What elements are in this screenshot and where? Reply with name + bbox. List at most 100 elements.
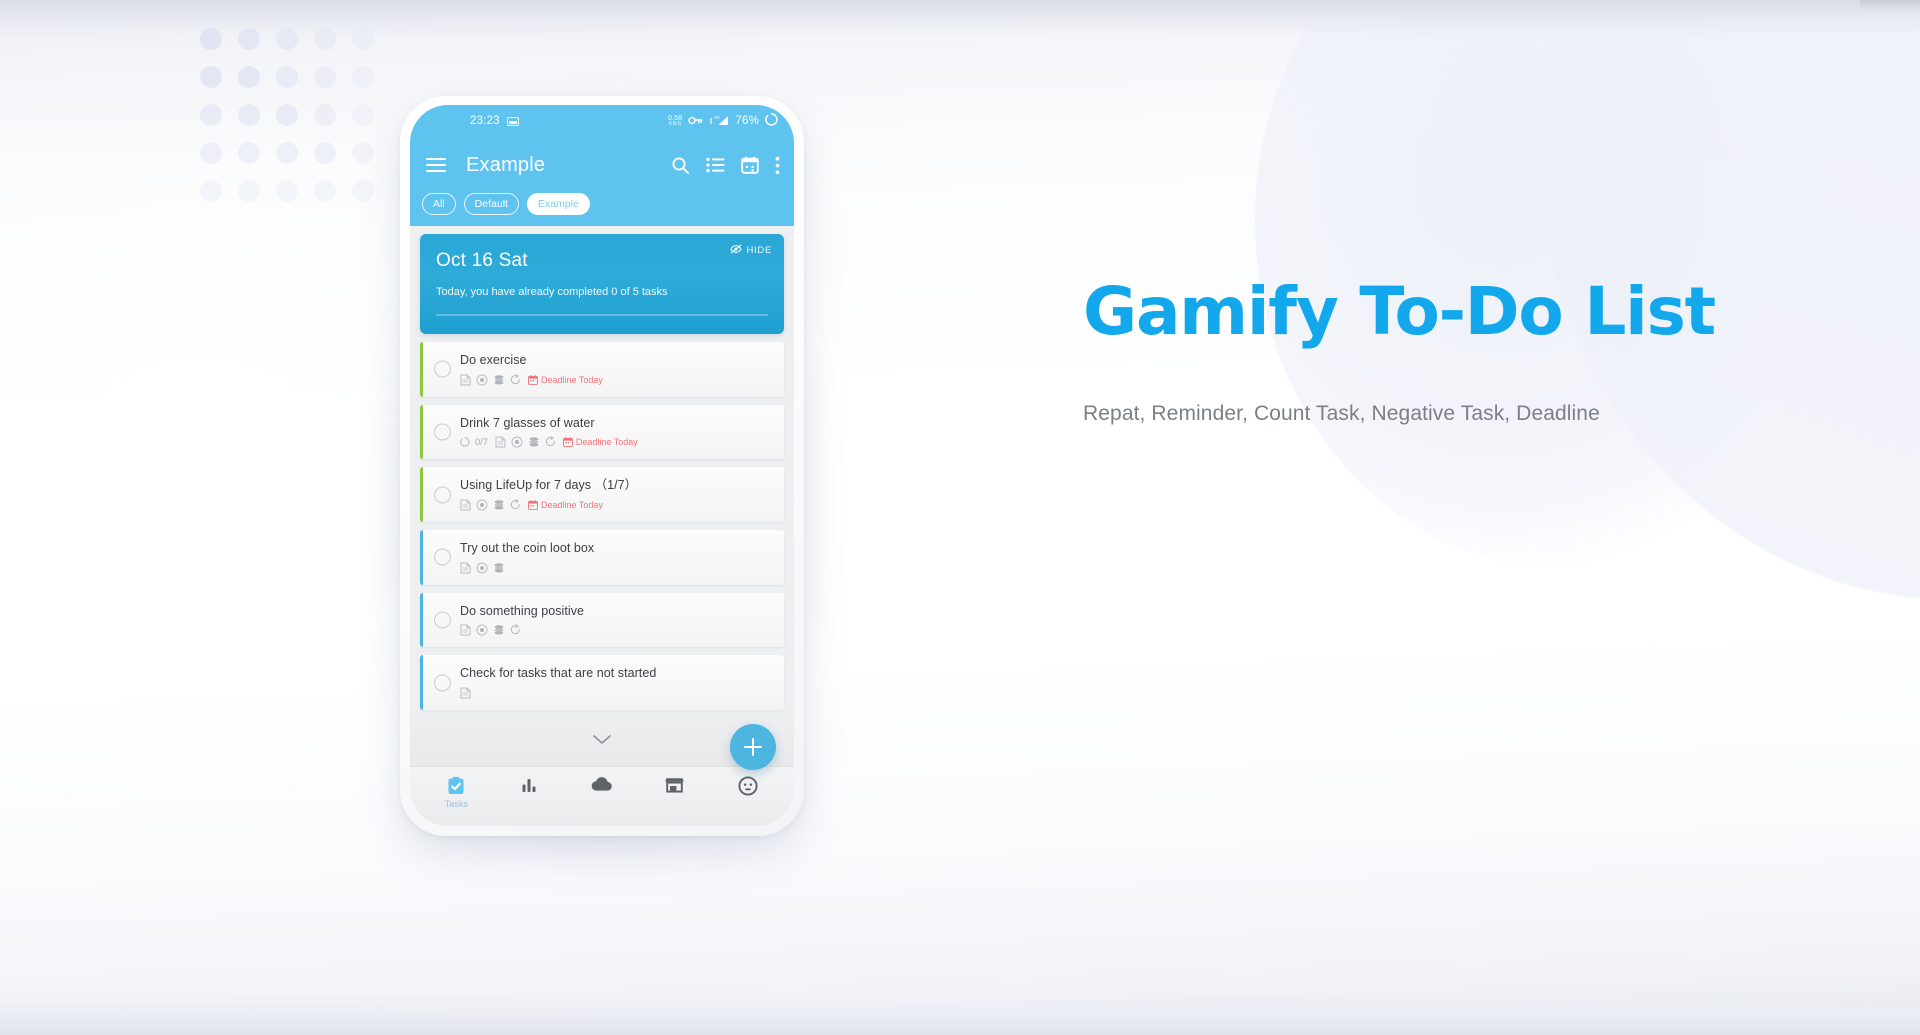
target-icon <box>476 374 488 386</box>
deadline-calendar-icon <box>528 374 538 385</box>
summary-text: Today, you have already completed 0 of 5… <box>436 286 668 299</box>
task-deadline-label: Deadline Today <box>575 437 638 448</box>
hide-summary-button[interactable]: HIDE <box>729 244 773 257</box>
shop-icon <box>665 776 684 793</box>
nav-item-tasks[interactable]: Tasks <box>420 776 493 809</box>
nav-item-cloud[interactable] <box>566 776 639 792</box>
summary-date: Oct 16 Sat <box>436 250 528 272</box>
app-bar-actions <box>671 156 780 175</box>
coins-icon <box>493 624 505 636</box>
task-deadline: Deadline Today <box>563 437 638 447</box>
filter-chip-all[interactable]: All <box>422 193 456 216</box>
hamburger-menu-icon[interactable] <box>426 158 446 172</box>
decorative-dot <box>238 180 260 202</box>
task-deadline: Deadline Today <box>528 375 603 385</box>
decorative-dot <box>314 66 336 88</box>
nav-item-label: Tasks <box>444 799 469 809</box>
task-accent-bar <box>420 592 423 648</box>
note-icon <box>460 562 471 574</box>
status-bar-right-cluster: 0.58 KB/S 4G 76% <box>668 113 778 129</box>
bar-chart-icon <box>520 776 538 794</box>
phone-body: 23:23 0.58 KB/S 4G 76% Example All Defau… <box>400 96 804 836</box>
coins-icon <box>528 436 540 448</box>
task-meta <box>460 687 772 699</box>
decorative-dot <box>314 28 336 50</box>
task-checkbox[interactable] <box>434 674 451 692</box>
task-title: Drink 7 glasses of water <box>460 415 595 430</box>
vpn-key-icon <box>688 114 703 128</box>
add-task-fab[interactable] <box>730 723 776 770</box>
decorative-dot <box>200 104 222 126</box>
decorative-dot <box>276 142 298 164</box>
clipboard-check-icon <box>446 776 466 796</box>
avatar-face-icon <box>738 776 758 796</box>
nav-item-shop[interactable] <box>638 776 711 793</box>
task-checkbox[interactable] <box>434 423 451 441</box>
repeat-icon <box>510 499 521 511</box>
target-icon <box>476 499 488 511</box>
task-title: Using LifeUp for 7 days （1/7） <box>460 478 638 493</box>
cloud-icon <box>591 776 613 792</box>
task-checkbox[interactable] <box>434 486 451 504</box>
corner-accent <box>1860 0 1920 10</box>
decorative-dot <box>314 142 336 164</box>
task-item[interactable]: Do something positive <box>420 592 784 648</box>
svg-text:4G: 4G <box>714 115 721 120</box>
network-speed-unit: KB/S <box>669 121 682 127</box>
phone-screen: 23:23 0.58 KB/S 4G 76% Example All Defau… <box>410 105 794 826</box>
repeat-icon <box>510 624 521 636</box>
task-meta <box>460 624 772 636</box>
decorative-dot <box>276 180 298 202</box>
hide-label: HIDE <box>746 245 772 257</box>
task-title: Try out the coin loot box <box>460 541 595 556</box>
task-item[interactable]: Drink 7 glasses of water 0/7 Deadline Toda… <box>420 404 784 460</box>
task-checkbox[interactable] <box>434 360 451 378</box>
search-icon[interactable] <box>671 156 690 175</box>
task-item[interactable]: Do exercise Deadline Today <box>420 342 784 397</box>
nav-item-avatar-face[interactable] <box>711 776 784 796</box>
decorative-dot <box>238 66 260 88</box>
deadline-calendar-icon <box>528 500 538 510</box>
battery-circle-icon <box>765 113 778 129</box>
plus-icon <box>744 737 762 756</box>
app-content: HIDE Oct 16 Sat Today, you have already … <box>410 226 794 826</box>
task-checkbox[interactable] <box>434 548 451 566</box>
marketing-copy: Gamify To-Do List Repat, Reminder, Count… <box>1083 272 1763 430</box>
filter-chip-default[interactable]: Default <box>463 193 519 216</box>
app-bar: Example <box>410 137 794 193</box>
task-deadline-label: Deadline Today <box>541 500 603 511</box>
bottom-navigation: Tasks <box>410 766 794 826</box>
list-view-icon[interactable] <box>706 157 725 173</box>
task-item[interactable]: Try out the coin loot box <box>420 530 784 585</box>
page-title: Gamify To-Do List <box>1083 273 1716 350</box>
calendar-icon[interactable] <box>741 156 759 174</box>
decorative-dot <box>238 142 260 164</box>
list-footer <box>410 717 794 770</box>
decorative-dot <box>200 28 222 50</box>
battery-percent: 76% <box>735 115 759 127</box>
repeat-icon <box>545 436 556 448</box>
note-icon <box>460 624 471 636</box>
task-accent-bar <box>420 404 423 460</box>
decorative-dot <box>352 142 374 164</box>
task-title: Do something positive <box>460 603 585 618</box>
summary-progress-bar <box>436 314 768 317</box>
status-bar: 23:23 0.58 KB/S 4G 76% <box>410 105 794 137</box>
task-item[interactable]: Check for tasks that are not started <box>420 655 784 710</box>
task-meta: 0/7 Deadline Today <box>460 436 772 448</box>
task-item[interactable]: Using LifeUp for 7 days （1/7） Deadline To… <box>420 467 784 523</box>
task-deadline: Deadline Today <box>528 500 603 510</box>
filter-chip-example[interactable]: Example <box>526 193 590 216</box>
task-list: Do exercise Deadline Today Drink 7 glasses… <box>410 334 794 718</box>
nav-item-bar-chart[interactable] <box>493 776 566 794</box>
decorative-dot <box>238 28 260 50</box>
chevron-down-icon[interactable] <box>592 732 612 750</box>
coins-icon <box>493 562 505 574</box>
task-checkbox[interactable] <box>434 611 451 629</box>
decorative-dot <box>276 104 298 126</box>
coins-icon <box>493 499 505 511</box>
overflow-menu-icon[interactable] <box>775 156 780 175</box>
decorative-dot <box>314 104 336 126</box>
decorative-dot <box>200 66 222 88</box>
target-icon <box>476 624 488 636</box>
